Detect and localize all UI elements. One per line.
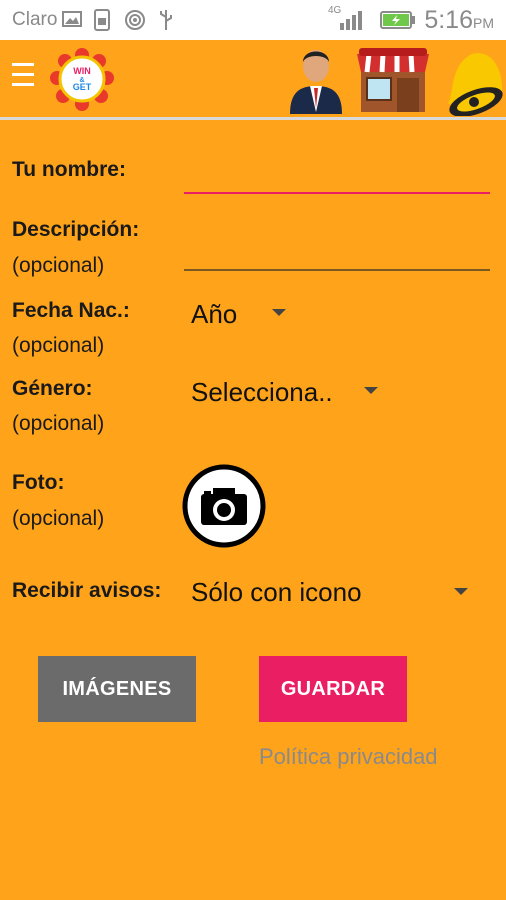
name-label: Tu nombre: [12, 158, 126, 181]
notifications-label: Recibir avisos: [12, 579, 162, 602]
description-input[interactable] [184, 269, 490, 271]
description-optional-label: (opcional) [12, 254, 105, 277]
photo-optional-label: (opcional) [12, 507, 105, 530]
notifications-dropdown-icon[interactable] [454, 588, 468, 595]
battery-icon [380, 10, 416, 35]
status-bar: Claro 4G 5:16PM [0, 0, 506, 40]
store-icon[interactable] [355, 44, 431, 119]
camera-icon[interactable] [182, 464, 266, 548]
sim-icon [93, 9, 111, 36]
name-input[interactable] [184, 192, 490, 194]
app-logo: WIN & GET [47, 47, 117, 113]
notification-bell-icon[interactable] [438, 44, 506, 121]
images-button[interactable]: IMÁGENES [38, 656, 196, 722]
privacy-policy-link[interactable]: Política privacidad [259, 744, 438, 770]
birth-year-spinner[interactable]: Año [191, 299, 237, 330]
description-label: Descripción: [12, 218, 140, 241]
clock: 5:16PM [424, 6, 494, 34]
birth-date-label: Fecha Nac.: [12, 299, 130, 322]
photo-label: Foto: [12, 471, 65, 494]
svg-text:WIN: WIN [73, 66, 91, 76]
notifications-spinner[interactable]: Sólo con icono [191, 577, 362, 608]
gender-optional-label: (opcional) [12, 412, 105, 435]
profile-businessman-icon[interactable] [286, 42, 346, 119]
hamburger-menu-icon[interactable] [12, 63, 34, 91]
signal-icon [334, 9, 364, 36]
svg-text:GET: GET [73, 82, 92, 92]
birth-year-dropdown-icon[interactable] [272, 309, 286, 316]
usb-icon [158, 9, 174, 36]
gender-label: Género: [12, 377, 93, 400]
gallery-icon [62, 9, 82, 34]
birth-date-optional-label: (opcional) [12, 334, 105, 357]
app-bar-divider [0, 117, 506, 120]
gender-spinner[interactable]: Selecciona.. [191, 377, 333, 408]
gender-dropdown-icon[interactable] [364, 387, 378, 394]
hotspot-icon [124, 9, 146, 36]
carrier-name: Claro [12, 9, 58, 30]
save-button[interactable]: GUARDAR [259, 656, 407, 722]
